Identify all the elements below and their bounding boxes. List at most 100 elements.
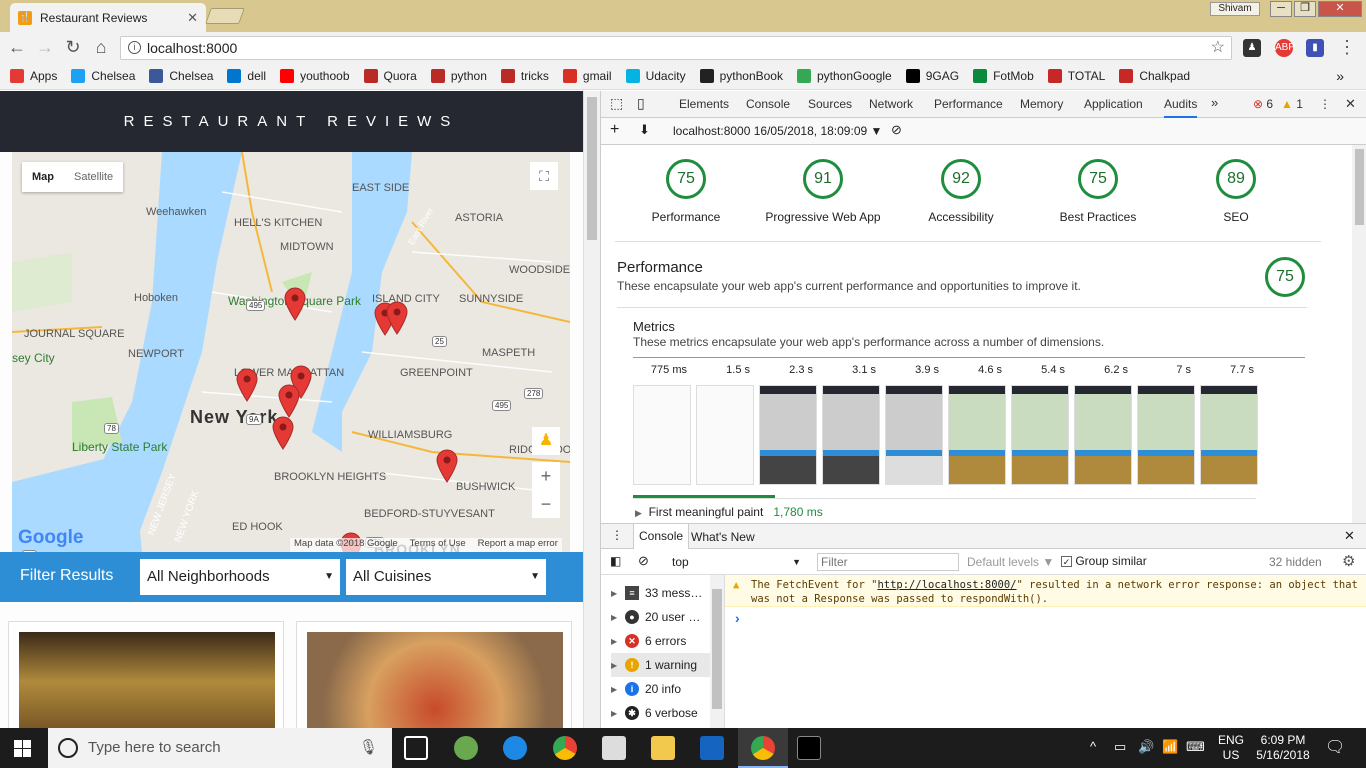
console-sidebar-item[interactable]: ▶ ≡ 33 mess… (611, 581, 711, 605)
restaurant-card[interactable] (8, 621, 284, 728)
bookmark-item[interactable]: TOTAL (1047, 68, 1105, 83)
mail-icon[interactable] (602, 736, 626, 760)
chrome-active-task[interactable] (738, 728, 788, 768)
language-indicator[interactable]: ENG US (1218, 733, 1244, 763)
zoom-out-button[interactable]: − (532, 490, 560, 518)
extension-icon[interactable]: ▮ (1306, 39, 1324, 57)
adblock-icon[interactable]: ABP (1275, 39, 1295, 57)
back-icon[interactable]: ← (6, 37, 28, 57)
terminal-icon[interactable] (797, 736, 821, 760)
bookmark-item[interactable]: dell (227, 68, 266, 83)
restaurant-marker-icon[interactable] (386, 301, 408, 335)
devtools-tab-network[interactable]: Network (869, 97, 913, 111)
task-view-icon[interactable] (404, 736, 428, 760)
minimize-button[interactable]: ─ (1270, 1, 1292, 17)
browser-tab[interactable]: 🍴 Restaurant Reviews ✕ (10, 3, 206, 32)
bookmark-item[interactable]: youthoob (280, 68, 350, 83)
info-icon[interactable]: i (128, 41, 141, 54)
clear-icon[interactable]: ⊘ (891, 122, 902, 138)
reload-icon[interactable]: ↻ (62, 37, 84, 57)
bookmark-star-icon[interactable]: ☆ (1211, 37, 1225, 59)
settings-menu-icon[interactable]: ⋮ (1319, 97, 1331, 111)
report-map-error-link[interactable]: Report a map error (478, 538, 558, 552)
error-count-icon[interactable]: ⊗ 6 (1253, 97, 1273, 111)
device-toolbar-icon[interactable]: ▯ (637, 95, 645, 112)
tray-chevron-icon[interactable]: ^ (1090, 739, 1096, 754)
home-icon[interactable]: ⌂ (90, 37, 112, 57)
warning-count-icon[interactable]: ▲ 1 (1281, 97, 1303, 111)
first-meaningful-paint-row[interactable]: ▶ First meaningful paint 1,780 ms (635, 505, 823, 519)
score-gauge[interactable]: 91 Progressive Web App (753, 159, 893, 224)
close-window-button[interactable]: ✕ (1318, 1, 1362, 17)
extension-icon[interactable]: ♟ (1243, 39, 1261, 57)
console-sidebar-item[interactable]: ▶ ✱ 6 verbose (611, 701, 711, 725)
scrollbar-thumb[interactable] (712, 589, 722, 709)
report-select[interactable]: localhost:8000 16/05/2018, 18:09:09 ▼ (673, 124, 882, 138)
console-prompt[interactable]: › (735, 610, 740, 626)
devtools-tab-application[interactable]: Application (1084, 97, 1143, 111)
url-input[interactable]: i localhost:8000 ☆ (120, 36, 1232, 60)
inspect-icon[interactable]: ⬚ (610, 95, 623, 112)
more-tabs-icon[interactable]: » (1211, 95, 1218, 110)
map-type-map-button[interactable]: Map (22, 162, 64, 192)
taskbar-search-input[interactable]: Type here to search 🎙 (48, 728, 392, 768)
bookmark-item[interactable]: Chelsea (149, 68, 213, 83)
bookmark-item[interactable]: python (430, 68, 487, 83)
bookmark-item[interactable]: Apps (10, 68, 57, 83)
score-gauge[interactable]: 89 SEO (1166, 159, 1306, 224)
zoom-in-button[interactable]: + (532, 462, 560, 490)
close-drawer-icon[interactable]: ✕ (1344, 528, 1355, 544)
windows-start-icon[interactable] (14, 740, 31, 757)
console-sidebar-item[interactable]: ▶ ✕ 6 errors (611, 629, 711, 653)
scrollbar-thumb[interactable] (1355, 149, 1364, 225)
new-audit-icon[interactable]: + (610, 121, 619, 139)
more-bookmarks-icon[interactable]: » (1336, 68, 1344, 84)
restaurant-marker-icon[interactable] (436, 449, 458, 483)
download-report-icon[interactable]: ⬇ (639, 122, 650, 138)
message-link[interactable]: http://localhost:8000/ (877, 579, 1016, 591)
sidebar-toggle-icon[interactable]: ◧ (610, 554, 621, 568)
clear-console-icon[interactable]: ⊘ (638, 553, 649, 569)
console-sidebar-item[interactable]: ▶ i 20 info (611, 677, 711, 701)
bookmark-item[interactable]: Quora (363, 68, 417, 83)
drawer-tab-console[interactable]: Console (633, 524, 690, 549)
score-gauge[interactable]: 92 Accessibility (891, 159, 1031, 224)
new-tab-button[interactable] (205, 8, 245, 24)
bookmark-item[interactable]: gmail (562, 68, 612, 83)
bookmark-item[interactable]: Udacity (625, 68, 686, 83)
drawer-tab-whats-new[interactable]: What's New (691, 530, 755, 544)
console-sidebar-item[interactable]: ▶! 1 warning (611, 653, 711, 677)
bookmark-item[interactable]: pythonBook (699, 68, 783, 83)
edge-icon[interactable] (503, 736, 527, 760)
bookmark-item[interactable]: 9GAG (905, 68, 959, 83)
neighborhoods-select[interactable]: All Neighborhoods ▼ (140, 559, 340, 595)
bookmark-item[interactable]: tricks (500, 68, 549, 83)
microphone-icon[interactable]: 🎙 (359, 728, 378, 768)
context-select[interactable]: top ▼ (667, 553, 803, 571)
devtools-tab-sources[interactable]: Sources (808, 97, 852, 111)
devtools-tab-performance[interactable]: Performance (934, 97, 1003, 111)
score-gauge[interactable]: 75 Best Practices (1028, 159, 1168, 224)
volume-icon[interactable]: 🔊 (1138, 739, 1154, 755)
restaurant-marker-icon[interactable] (284, 287, 306, 321)
scrollbar-thumb[interactable] (587, 97, 597, 240)
forward-icon[interactable]: → (34, 37, 56, 57)
devtools-tab-memory[interactable]: Memory (1020, 97, 1063, 111)
chrome-icon[interactable] (553, 736, 577, 760)
bookmark-item[interactable]: pythonGoogle (796, 68, 892, 83)
levels-select[interactable]: Default levels ▼ (967, 555, 1054, 569)
keyboard-icon[interactable]: ⌨ (1186, 739, 1205, 755)
battery-icon[interactable]: ▭ (1114, 739, 1126, 755)
console-sidebar-item[interactable]: ▶ ● 20 user … (611, 605, 711, 629)
network-icon[interactable]: 📶 (1162, 739, 1178, 755)
restaurant-marker-icon[interactable] (236, 368, 258, 402)
map-type-satellite-button[interactable]: Satellite (64, 162, 123, 192)
drawer-menu-icon[interactable]: ⋮ (611, 528, 623, 542)
clock[interactable]: 6:09 PM 5/16/2018 (1254, 733, 1312, 763)
close-tab-icon[interactable]: ✕ (187, 10, 198, 26)
page-scrollbar[interactable] (583, 91, 600, 728)
restore-button[interactable]: ❐ (1294, 1, 1316, 17)
android-studio-icon[interactable] (454, 736, 478, 760)
powershell-icon[interactable] (700, 736, 724, 760)
restaurant-marker-icon[interactable] (278, 384, 300, 418)
